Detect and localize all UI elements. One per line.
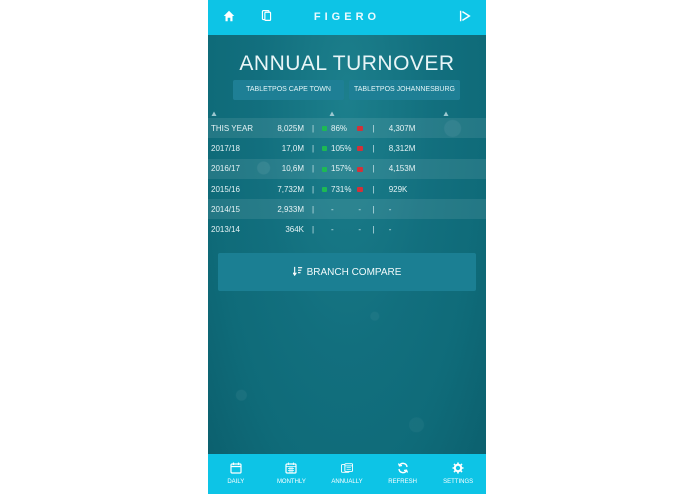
trend-down-icon — [356, 126, 363, 132]
trend-up-icon — [322, 166, 327, 172]
nav-monthly[interactable]: MONTHLY — [264, 454, 320, 494]
tab-label: TABLETPOS JOHANNESBURG — [353, 86, 455, 93]
trend-down-icon — [356, 146, 363, 152]
row-label: 2016/17 — [211, 164, 240, 174]
branch-compare-label: BRANCH COMPARE — [306, 266, 402, 278]
row-label: 2013/14 — [211, 225, 240, 235]
tab-label: TABLETPOS CAPE TOWN — [246, 86, 331, 93]
separator: | — [372, 204, 375, 214]
separator: | — [372, 184, 375, 194]
table-row[interactable]: THIS YEAR 8,025M | 86% | 4,307M — [208, 118, 486, 139]
brand-logo: FIGERO — [313, 11, 381, 23]
table-row[interactable]: 2016/17 10,6M | 157%, | 4,153M — [208, 158, 486, 179]
row-pct: 86% — [331, 123, 348, 133]
nav-label: MONTHLY — [276, 479, 306, 485]
row-label: 2014/15 — [211, 204, 240, 214]
row-pct: 731% — [331, 184, 352, 194]
table-row[interactable]: 2014/15 2,933M | - - | - — [208, 199, 486, 220]
table-row[interactable]: 2013/14 364K | - - | - — [208, 219, 486, 239]
calendar-day-icon — [230, 462, 242, 474]
row-value: 10,6M — [281, 164, 304, 174]
trend-up-icon — [322, 186, 327, 192]
row-value: 364K — [285, 225, 304, 235]
trend-down-icon — [356, 166, 363, 172]
nav-label: SETTINGS — [443, 479, 474, 485]
trend-up-icon — [322, 146, 327, 152]
sort-icon — [292, 266, 303, 279]
tab-cape-town[interactable]: TABLETPOS CAPE TOWN — [233, 80, 344, 100]
row-right-value: 8,312M — [388, 143, 416, 153]
row-right-value: - — [388, 225, 392, 235]
row-value: 8,025M — [277, 123, 304, 133]
nav-label: DAILY — [227, 479, 245, 485]
table-row[interactable]: 2015/16 7,732M | 731% | 929K — [208, 179, 486, 199]
trend-up-icon — [322, 126, 327, 132]
calendar-month-icon — [285, 462, 297, 474]
sort-up-icon-jhb[interactable] — [443, 104, 449, 116]
separator: | — [311, 164, 315, 174]
separator: | — [311, 225, 315, 235]
row-right-value: - — [388, 204, 392, 214]
row-right-value: 929K — [388, 184, 408, 194]
sort-up-icon-mid[interactable] — [329, 104, 335, 116]
separator: | — [372, 143, 375, 153]
separator: | — [372, 123, 375, 133]
separator: | — [311, 123, 315, 133]
separator: | — [311, 143, 315, 153]
branch-compare-button[interactable]: BRANCH COMPARE — [218, 253, 476, 291]
nav-settings[interactable]: SETTINGS — [430, 454, 486, 494]
separator: | — [372, 225, 375, 235]
page-title: ANNUAL TURNOVER — [239, 52, 455, 75]
row-pct: 157%, — [331, 164, 354, 174]
refresh-icon — [397, 462, 408, 474]
nav-annually[interactable]: ANNUALLY — [319, 454, 375, 494]
separator: | — [372, 164, 375, 174]
trend-down-icon — [356, 186, 363, 192]
row-value: 7,732M — [277, 184, 304, 194]
row-pct: - — [331, 225, 334, 235]
logout-icon[interactable] — [458, 9, 474, 25]
nav-daily[interactable]: DAILY — [208, 454, 264, 494]
bottom-nav: DAILY MONTHLY ANNUALLY REFRESH SETTINGS — [208, 454, 486, 494]
row-label: 2017/18 — [211, 143, 240, 153]
row-right-value: 4,307M — [388, 123, 416, 133]
dash: - — [358, 204, 362, 214]
row-right-value: 4,153M — [388, 164, 416, 174]
separator: | — [311, 184, 315, 194]
calendar-year-icon — [340, 463, 353, 473]
gear-icon — [452, 462, 464, 474]
top-bar: FIGERO — [208, 0, 486, 35]
row-label: THIS YEAR — [211, 123, 254, 133]
sort-up-icon-cape[interactable] — [211, 104, 217, 116]
row-value: 17,0M — [281, 143, 304, 153]
nav-label: REFRESH — [388, 479, 417, 485]
row-pct: - — [331, 204, 334, 214]
tab-johannesburg[interactable]: TABLETPOS JOHANNESBURG — [349, 80, 460, 100]
turnover-table: THIS YEAR 8,025M | 86% | 4,307M 2017/18 … — [208, 118, 486, 240]
app-screen: FIGERO ANNUAL TURNOVER TABLETPOS CAPE TO… — [208, 0, 486, 494]
table-row[interactable]: 2017/18 17,0M | 105% | 8,312M — [208, 138, 486, 158]
nav-label: ANNUALLY — [331, 479, 363, 485]
nav-refresh[interactable]: REFRESH — [375, 454, 431, 494]
separator: | — [311, 204, 315, 214]
row-label: 2015/16 — [211, 184, 240, 194]
row-value: 2,933M — [277, 204, 304, 214]
dash: - — [358, 225, 362, 235]
row-pct: 105% — [331, 143, 352, 153]
